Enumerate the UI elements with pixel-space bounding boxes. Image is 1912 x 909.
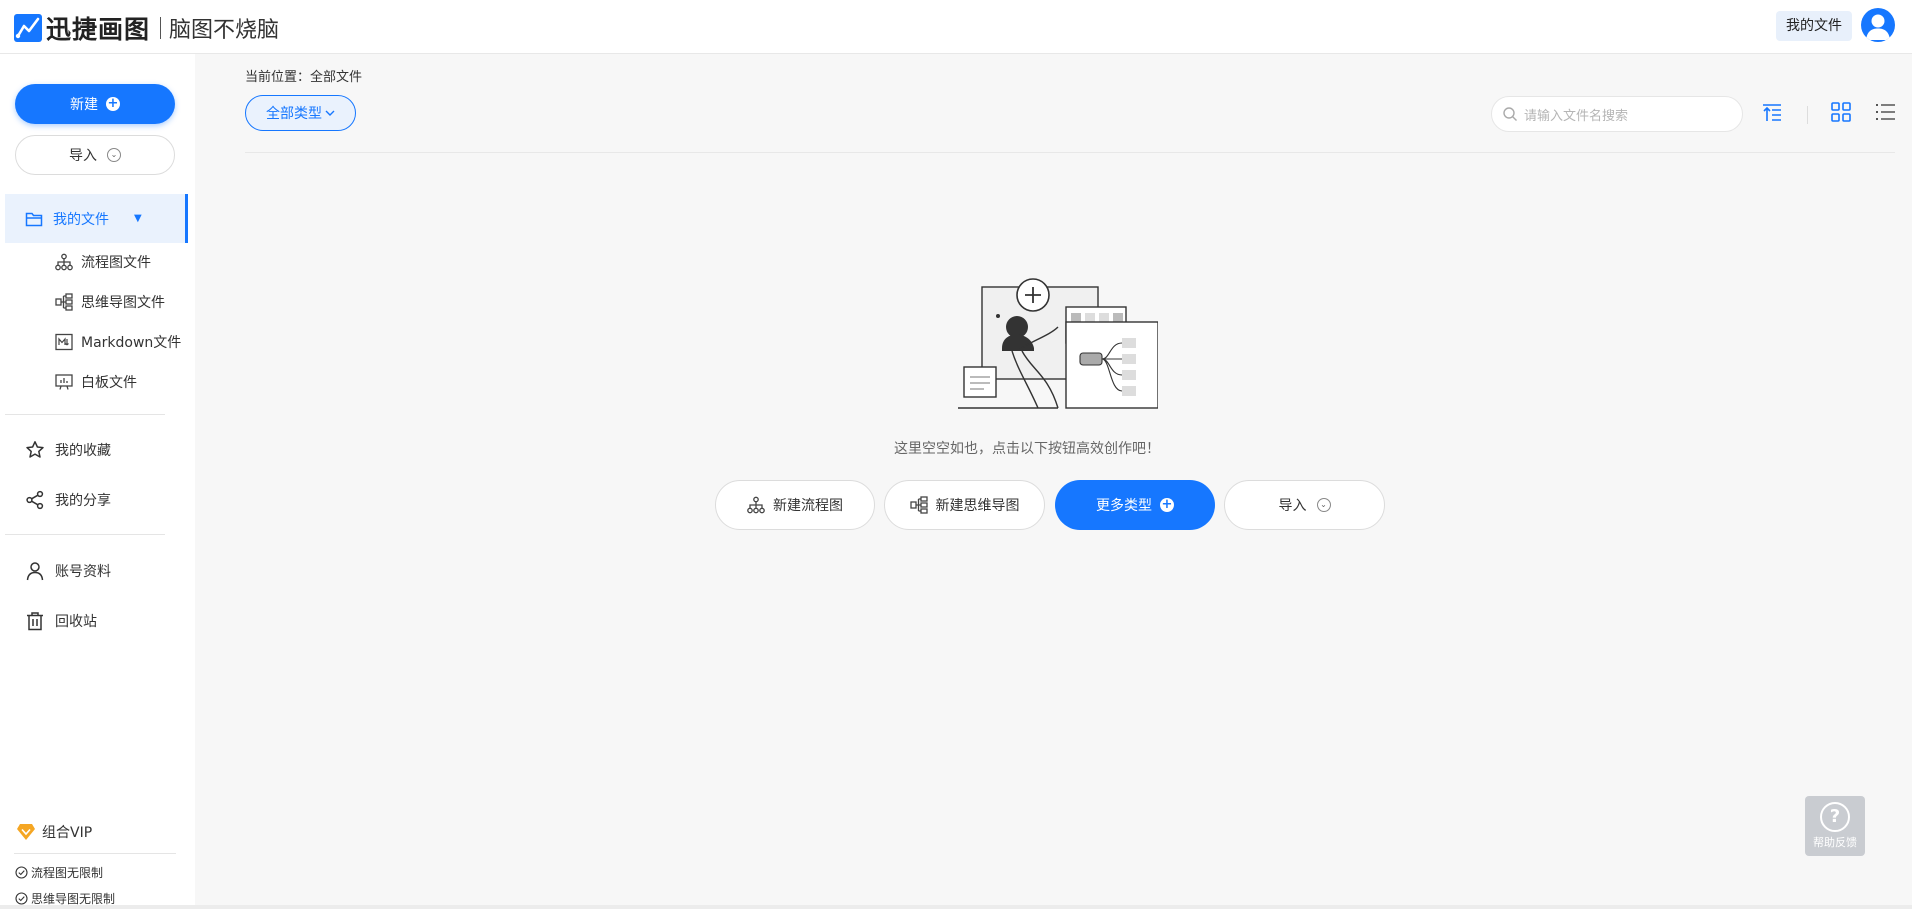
- type-filter-dropdown[interactable]: 全部类型: [245, 95, 356, 131]
- help-feedback-button[interactable]: ? 帮助反馈: [1805, 796, 1865, 856]
- logo-divider: [160, 17, 162, 39]
- check-circle-icon: [15, 892, 28, 905]
- import-action-button[interactable]: 导入 ⌄: [1224, 480, 1385, 530]
- caret-down-icon: ▼: [134, 213, 142, 224]
- new-mindmap-label: 新建思维导图: [935, 498, 1020, 514]
- vip-section[interactable]: 组合VIP: [16, 822, 92, 842]
- diamond-icon: [17, 824, 35, 840]
- person-icon: [26, 562, 44, 581]
- empty-state-message: 这里空空如也，点击以下按钮高效创作吧！: [894, 441, 1160, 457]
- sidebar-item-label: 账号资料: [55, 564, 111, 580]
- new-flowchart-label: 新建流程图: [773, 498, 843, 514]
- user-avatar[interactable]: [1861, 8, 1895, 42]
- user-icon: [1866, 14, 1890, 40]
- question-icon: ?: [1820, 802, 1850, 832]
- grid-view-icon[interactable]: [1830, 101, 1852, 123]
- sidebar-divider: [5, 534, 165, 535]
- trash-icon: [27, 612, 43, 631]
- sidebar-item-label: 流程图文件: [81, 255, 151, 271]
- search-icon: [1503, 107, 1517, 121]
- whiteboard-icon: [55, 374, 73, 390]
- logo-icon: [14, 14, 42, 42]
- import-button-label: 导入: [69, 148, 97, 164]
- share-icon: [26, 490, 44, 510]
- search-input[interactable]: 请输入文件名搜索: [1524, 105, 1628, 124]
- list-view-icon[interactable]: [1874, 101, 1896, 123]
- header-my-files-button[interactable]: 我的文件: [1776, 11, 1852, 41]
- more-types-label: 更多类型: [1096, 498, 1152, 514]
- import-button[interactable]: 导入 ⌄: [15, 135, 175, 175]
- chevron-down-icon: ⌄: [107, 148, 121, 162]
- app-logo[interactable]: 迅捷画图 脑图不烧脑: [14, 10, 279, 46]
- vip-perk: 流程图无限制: [15, 864, 103, 881]
- sidebar-item-mindmap-files[interactable]: 思维导图文件: [55, 288, 165, 316]
- app-name: 迅捷画图: [46, 15, 151, 44]
- sidebar-item-label: 思维导图文件: [81, 295, 165, 311]
- empty-state-illustration: [958, 278, 1158, 409]
- bottom-scrollbar: [0, 905, 1912, 909]
- flowchart-icon: [55, 253, 73, 271]
- mindmap-icon: [909, 496, 928, 514]
- folder-icon: [25, 212, 43, 226]
- chevron-down-icon: ⌄: [1316, 498, 1331, 512]
- sidebar-divider: [5, 414, 165, 415]
- sidebar-item-recycle-bin[interactable]: 回收站: [25, 606, 97, 636]
- new-button-label: 新建: [70, 97, 98, 113]
- sidebar-item-account[interactable]: 账号资料: [25, 556, 111, 586]
- chevron-down-icon: [325, 110, 335, 116]
- flowchart-icon: [747, 496, 765, 514]
- sidebar-item-markdown-files[interactable]: Markdown文件: [55, 328, 181, 356]
- sidebar-item-whiteboard-files[interactable]: 白板文件: [55, 368, 137, 396]
- plus-circle-icon: +: [1160, 497, 1174, 512]
- plus-circle-icon: +: [106, 96, 120, 111]
- import-action-label: 导入: [1278, 498, 1307, 514]
- help-feedback-label: 帮助反馈: [1813, 836, 1857, 849]
- sidebar-item-label: 我的文件: [53, 211, 109, 228]
- new-button[interactable]: 新建 +: [15, 84, 175, 124]
- toolbar-divider: [1807, 106, 1808, 124]
- more-types-button[interactable]: 更多类型 +: [1055, 480, 1215, 530]
- sidebar-item-label: 白板文件: [81, 375, 137, 391]
- markdown-icon: [55, 333, 73, 351]
- vip-divider: [14, 853, 176, 854]
- check-circle-icon: [15, 866, 28, 879]
- content-divider: [245, 152, 1895, 153]
- type-filter-label: 全部类型: [266, 106, 322, 122]
- new-mindmap-button[interactable]: 新建思维导图: [884, 480, 1045, 530]
- sidebar: 新建 + 导入 ⌄ 我的文件 ▼ 流程图文件 思维导图文件 Markdown文件…: [0, 54, 195, 909]
- top-header: 迅捷画图 脑图不烧脑 我的文件: [0, 0, 1912, 54]
- sidebar-item-shares[interactable]: 我的分享: [25, 485, 111, 515]
- sidebar-item-label: 我的分享: [55, 493, 111, 509]
- sidebar-item-label: 回收站: [55, 614, 97, 630]
- vip-perk-label: 流程图无限制: [31, 866, 104, 880]
- sidebar-item-my-files[interactable]: 我的文件 ▼: [5, 194, 188, 243]
- sort-icon[interactable]: [1761, 101, 1783, 123]
- vip-label: 组合VIP: [42, 825, 93, 841]
- breadcrumb: 当前位置：全部文件: [245, 70, 363, 85]
- sidebar-item-label: Markdown文件: [81, 335, 182, 351]
- search-box[interactable]: 请输入文件名搜索: [1491, 96, 1743, 132]
- app-slogan: 脑图不烧脑: [169, 18, 280, 43]
- new-flowchart-button[interactable]: 新建流程图: [715, 480, 875, 530]
- sidebar-item-flowchart-files[interactable]: 流程图文件: [55, 248, 151, 276]
- mindmap-icon: [55, 293, 73, 311]
